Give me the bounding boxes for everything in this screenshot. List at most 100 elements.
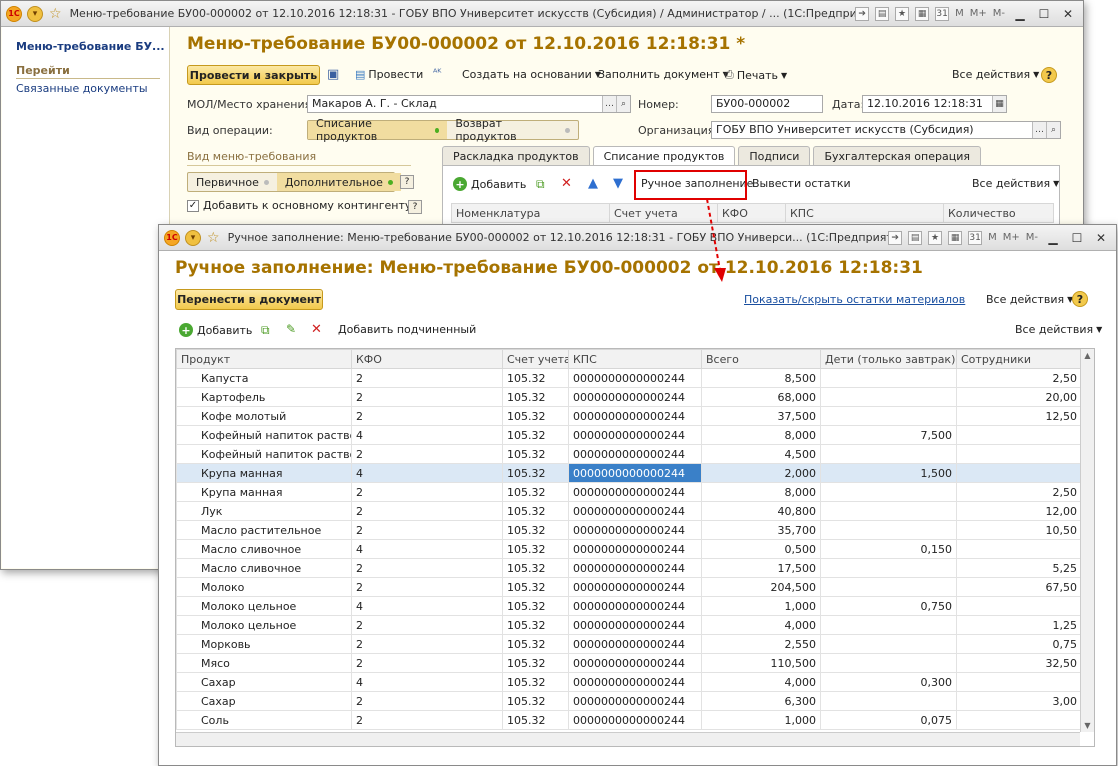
table-cell[interactable]: Морковь (176, 634, 352, 654)
table-row[interactable]: Масло сливочное 2 105.32 0000000000000244 17… (176, 558, 1082, 578)
table-row[interactable]: Морковь 2 105.32 0000000000000244 2,550 0,75 (176, 634, 1082, 654)
table-cell[interactable]: 2,50 (956, 368, 1082, 388)
col-children[interactable]: Дети (только завтрак) (820, 349, 957, 369)
table-cell[interactable]: 0000000000000244 (568, 672, 702, 692)
dialog-copy-icon[interactable]: ⧉ (261, 323, 270, 338)
table-cell[interactable]: 2,50 (956, 482, 1082, 502)
table-row[interactable]: Сахар 4 105.32 0000000000000244 4,000 0,300 (176, 672, 1082, 692)
operation-switch[interactable]: Списание продуктов Возврат продуктов (307, 117, 579, 143)
dialog-memory-m-button[interactable]: M (988, 232, 997, 243)
table-cell[interactable]: 0000000000000244 (568, 406, 702, 426)
table-row[interactable]: Лук 2 105.32 0000000000000244 40,800 12,00 (176, 501, 1082, 521)
fill-document-button[interactable]: Заполнить документ ▼ (598, 68, 729, 81)
table-cell[interactable]: 0,150 (820, 539, 957, 559)
main-menu-icon[interactable]: ▾ (27, 5, 43, 22)
table-row[interactable]: Крупа манная 2 105.32 0000000000000244 8,000… (176, 482, 1082, 502)
table-cell[interactable] (956, 425, 1082, 445)
col-kfo[interactable]: КФО (351, 349, 503, 369)
table-cell[interactable]: 0000000000000244 (568, 558, 702, 578)
dialog-favorite-star-icon[interactable]: ☆ (207, 230, 220, 246)
date-field[interactable]: 12.10.2016 12:18:31 ▦ (862, 95, 1007, 113)
table-cell[interactable]: 68,000 (701, 387, 821, 407)
table-cell[interactable]: 105.32 (502, 387, 569, 407)
table-cell[interactable] (956, 444, 1082, 464)
mol-search-icon[interactable]: ⌕ (616, 96, 630, 112)
maximize-button[interactable]: ☐ (1035, 6, 1053, 22)
table-cell[interactable]: 204,500 (701, 577, 821, 597)
table-cell[interactable] (820, 482, 957, 502)
table-cell[interactable]: 4,500 (701, 444, 821, 464)
table-cell[interactable]: 0000000000000244 (568, 596, 702, 616)
add-row-button[interactable]: + Добавить (453, 177, 526, 191)
col-account[interactable]: Счет учета (609, 203, 718, 223)
table-cell[interactable]: 2 (351, 634, 503, 654)
col-quantity[interactable]: Количество (943, 203, 1054, 223)
organization-field[interactable]: ГОБУ ВПО Университет искусств (Субсидия)… (711, 121, 1061, 139)
number-field[interactable]: БУ00-000002 (711, 95, 823, 113)
add-main-contingent-checkbox[interactable]: ✓ Добавить к основному контингенту (187, 199, 411, 212)
calendar-picker-icon[interactable]: ▦ (992, 96, 1006, 112)
table-cell[interactable] (820, 406, 957, 426)
table-cell[interactable]: 0000000000000244 (568, 539, 702, 559)
dialog-delete-icon[interactable]: ✕ (311, 322, 322, 337)
table-cell[interactable] (820, 387, 957, 407)
memory-mminus-button[interactable]: M- (993, 8, 1005, 19)
tab-layout[interactable]: Раскладка продуктов (442, 146, 590, 166)
add-child-button[interactable]: Добавить подчиненный (338, 323, 476, 336)
table-cell[interactable] (956, 539, 1082, 559)
save-icon[interactable]: ▣ (327, 67, 339, 82)
table-cell[interactable]: 110,500 (701, 653, 821, 673)
col-nomenclature[interactable]: Номенклатура (451, 203, 610, 223)
copy-row-icon[interactable]: ⧉ (536, 177, 545, 192)
table-cell[interactable]: 1,000 (701, 596, 821, 616)
horizontal-scrollbar[interactable] (176, 732, 1080, 746)
calculator-icon[interactable]: ▦ (915, 6, 930, 21)
table-cell[interactable]: 8,500 (701, 368, 821, 388)
dialog-1c-logo-icon[interactable]: 1С (164, 229, 180, 246)
table-cell[interactable]: 105.32 (502, 634, 569, 654)
table-cell[interactable]: 2 (351, 653, 503, 673)
table-cell[interactable] (820, 501, 957, 521)
table-row[interactable]: Капуста 2 105.32 0000000000000244 8,500 2,50 (176, 368, 1082, 388)
table-row[interactable]: Молоко цельное 4 105.32 0000000000000244 1,0… (176, 596, 1082, 616)
memory-m-button[interactable]: M (955, 8, 964, 19)
table-cell[interactable]: Соль (176, 710, 352, 730)
dialog-edit-icon[interactable]: ✎ (286, 322, 296, 336)
dialog-memory-mminus-button[interactable]: M- (1026, 232, 1038, 243)
table-cell[interactable]: 32,50 (956, 653, 1082, 673)
table-cell[interactable]: Молоко цельное (176, 596, 352, 616)
mol-field[interactable]: Макаров А. Г. - Склад … ⌕ (307, 95, 631, 113)
table-cell[interactable]: Масло сливочное (176, 558, 352, 578)
favorite-star-icon[interactable]: ☆ (49, 6, 62, 22)
transfer-to-document-button[interactable]: Перенести в документ (175, 289, 323, 310)
dialog-memory-mplus-button[interactable]: M+ (1003, 232, 1020, 243)
calendar-icon[interactable]: 31 (935, 6, 950, 21)
table-cell[interactable]: 105.32 (502, 539, 569, 559)
dialog-minimize-button[interactable]: ▁ (1044, 230, 1062, 246)
dialog-doc-icon[interactable]: ▤ (908, 230, 923, 245)
table-cell[interactable]: Сахар (176, 672, 352, 692)
table-cell[interactable]: 105.32 (502, 368, 569, 388)
table-cell[interactable]: Капуста (176, 368, 352, 388)
dialog-all-actions-button[interactable]: Все действия ▼ (986, 293, 1073, 306)
table-cell[interactable]: 12,00 (956, 501, 1082, 521)
dialog-calculator-icon[interactable]: ▦ (948, 230, 963, 245)
table-row[interactable]: Кофейный напиток раство... 4 105.32 0000000… (176, 425, 1082, 445)
doc-icon[interactable]: ▤ (875, 6, 890, 21)
table-cell[interactable]: 2 (351, 710, 503, 730)
table-row[interactable]: Соль 2 105.32 0000000000000244 1,000 0,075 (176, 710, 1082, 730)
dialog-arrow-icon[interactable]: ➔ (888, 230, 903, 245)
table-cell[interactable]: 67,50 (956, 577, 1082, 597)
table-cell[interactable]: 105.32 (502, 691, 569, 711)
col-employees[interactable]: Сотрудники (956, 349, 1082, 369)
table-cell[interactable]: 0000000000000244 (568, 501, 702, 521)
table-cell[interactable]: 0000000000000244 (568, 444, 702, 464)
scroll-down-arrow-icon[interactable]: ▼ (1081, 721, 1094, 730)
table-cell[interactable]: 105.32 (502, 596, 569, 616)
table-cell[interactable]: 2 (351, 615, 503, 635)
table-cell[interactable] (820, 368, 957, 388)
table-cell[interactable]: 2,550 (701, 634, 821, 654)
table-cell[interactable]: 105.32 (502, 520, 569, 540)
table-cell[interactable] (820, 558, 957, 578)
table-cell[interactable]: 1,25 (956, 615, 1082, 635)
